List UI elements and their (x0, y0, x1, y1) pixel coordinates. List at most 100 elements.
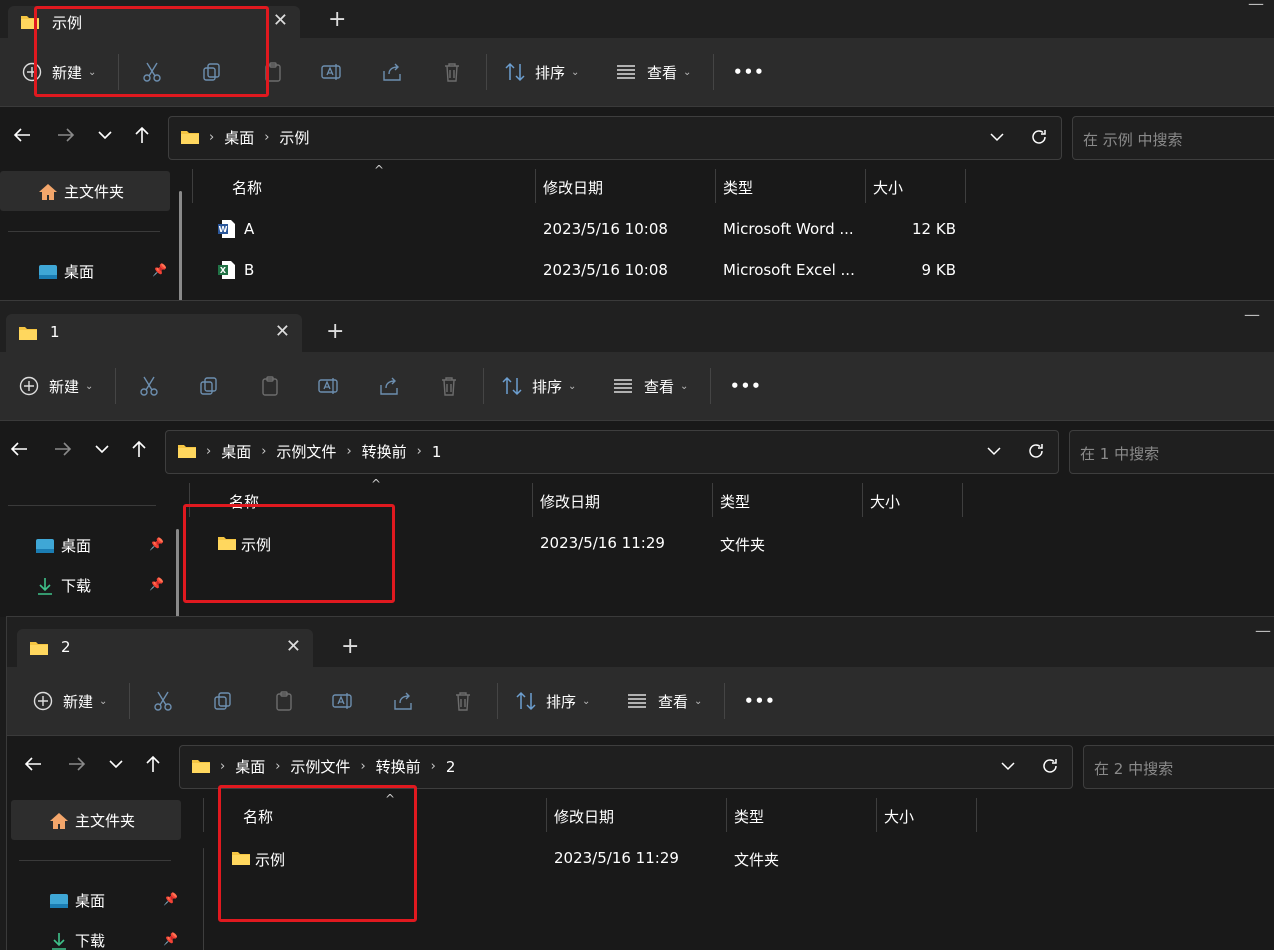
copy-button[interactable] (212, 667, 234, 735)
refresh-icon[interactable] (1029, 127, 1049, 151)
back-icon[interactable] (12, 125, 32, 149)
breadcrumb-folder-2[interactable]: 2 (446, 758, 456, 776)
address-dropdown-icon[interactable] (1000, 758, 1016, 778)
close-tab-icon[interactable]: ✕ (286, 636, 301, 657)
breadcrumb-sample-files[interactable]: 示例文件 (290, 756, 350, 777)
forward-icon[interactable] (67, 754, 87, 778)
sidebar-item-downloads[interactable]: 下载 (49, 930, 105, 950)
search-box[interactable]: 在 2 中搜索 (1083, 745, 1274, 789)
delete-button[interactable] (438, 352, 460, 420)
more-options-button[interactable]: ••• (744, 667, 776, 735)
column-size[interactable]: 大小 (870, 491, 900, 512)
recent-locations-icon[interactable] (94, 439, 110, 463)
paste-button[interactable] (273, 667, 295, 735)
share-button[interactable] (378, 352, 400, 420)
view-button[interactable]: 查看⌄ (613, 352, 688, 420)
address-bar[interactable]: › 桌面 › 示例文件 › 转换前 › 2 (179, 745, 1073, 789)
breadcrumb-sample-files[interactable]: 示例文件 (276, 441, 336, 462)
rename-button[interactable] (331, 667, 353, 735)
address-bar[interactable]: › 桌面 › 示例 (168, 116, 1062, 160)
sidebar-item-desktop[interactable]: 桌面 (35, 535, 91, 556)
forward-icon[interactable] (53, 439, 73, 463)
recent-locations-icon[interactable] (108, 754, 124, 778)
column-size[interactable]: 大小 (884, 806, 914, 827)
column-size[interactable]: 大小 (873, 177, 903, 198)
sort-button[interactable]: 排序⌄ (515, 667, 590, 735)
breadcrumb-folder-1[interactable]: 1 (432, 443, 442, 461)
new-tab-button[interactable]: + (326, 319, 344, 344)
file-row[interactable]: 示例 2023/5/16 11:29 文件夹 (189, 524, 989, 564)
sidebar-item-home[interactable]: 主文件夹 (38, 181, 124, 202)
view-button[interactable]: 查看⌄ (627, 667, 702, 735)
tab-active[interactable]: 2 ✕ (17, 629, 313, 667)
breadcrumb-before-conversion[interactable]: 转换前 (362, 441, 407, 462)
refresh-icon[interactable] (1026, 441, 1046, 465)
search-box[interactable]: 在 1 中搜索 (1069, 430, 1274, 474)
tab-active[interactable]: 示例 ✕ (8, 6, 300, 38)
breadcrumb-desktop[interactable]: 桌面 (221, 441, 251, 462)
delete-button[interactable] (452, 667, 474, 735)
pin-icon[interactable]: 📌 (163, 892, 178, 906)
pin-icon[interactable]: 📌 (152, 263, 167, 277)
paste-button[interactable] (262, 38, 284, 106)
minimize-button[interactable]: — (1244, 305, 1260, 324)
back-icon[interactable] (9, 439, 29, 463)
new-button[interactable]: 新建⌄ (22, 38, 96, 106)
pin-icon[interactable]: 📌 (149, 537, 164, 551)
rename-button[interactable] (317, 352, 339, 420)
recent-locations-icon[interactable] (97, 125, 113, 149)
share-button[interactable] (392, 667, 414, 735)
sidebar-scrollbar[interactable] (176, 529, 179, 617)
cut-button[interactable] (141, 38, 163, 106)
new-button[interactable]: 新建⌄ (19, 352, 93, 420)
sidebar-item-desktop[interactable]: 桌面 (49, 890, 105, 911)
share-button[interactable] (381, 38, 403, 106)
file-row[interactable]: 示例 2023/5/16 11:29 文件夹 (203, 839, 1003, 879)
sidebar-item-home[interactable]: 主文件夹 (49, 810, 135, 831)
close-tab-icon[interactable]: ✕ (275, 321, 290, 342)
more-options-button[interactable]: ••• (730, 352, 762, 420)
delete-button[interactable] (441, 38, 463, 106)
new-tab-button[interactable]: + (341, 634, 359, 659)
file-row[interactable]: X B 2023/5/16 10:08 Microsoft Excel ... … (192, 251, 992, 291)
breadcrumb-desktop[interactable]: 桌面 (224, 127, 254, 148)
refresh-icon[interactable] (1040, 756, 1060, 780)
view-button[interactable]: 查看⌄ (616, 38, 691, 106)
address-dropdown-icon[interactable] (989, 129, 1005, 149)
forward-icon[interactable] (56, 125, 76, 149)
new-tab-button[interactable]: + (328, 7, 346, 32)
column-modified[interactable]: 修改日期 (540, 491, 600, 512)
up-icon[interactable] (143, 754, 163, 778)
breadcrumb-desktop[interactable]: 桌面 (235, 756, 265, 777)
up-icon[interactable] (132, 125, 152, 149)
breadcrumb-before-conversion[interactable]: 转换前 (376, 756, 421, 777)
copy-button[interactable] (198, 352, 220, 420)
column-name[interactable]: 名称 (243, 806, 273, 827)
column-type[interactable]: 类型 (720, 491, 750, 512)
address-bar[interactable]: › 桌面 › 示例文件 › 转换前 › 1 (165, 430, 1059, 474)
pin-icon[interactable]: 📌 (163, 932, 178, 946)
column-modified[interactable]: 修改日期 (554, 806, 614, 827)
sort-button[interactable]: 排序⌄ (504, 38, 579, 106)
file-row[interactable]: W A 2023/5/16 10:08 Microsoft Word ... 1… (192, 210, 992, 250)
sort-button[interactable]: 排序⌄ (501, 352, 576, 420)
tab-active[interactable]: 1 ✕ (6, 314, 302, 352)
sidebar-item-desktop[interactable]: 桌面 (38, 261, 94, 282)
column-name[interactable]: 名称 (232, 177, 262, 198)
column-type[interactable]: 类型 (723, 177, 753, 198)
column-name[interactable]: 名称 (229, 491, 259, 512)
column-modified[interactable]: 修改日期 (543, 177, 603, 198)
sidebar-item-downloads[interactable]: 下载 (35, 575, 91, 596)
rename-button[interactable] (320, 38, 342, 106)
column-type[interactable]: 类型 (734, 806, 764, 827)
close-tab-icon[interactable]: ✕ (273, 10, 288, 31)
new-button[interactable]: 新建⌄ (33, 667, 107, 735)
breadcrumb-example[interactable]: 示例 (279, 127, 309, 148)
back-icon[interactable] (23, 754, 43, 778)
minimize-button[interactable]: — (1255, 621, 1271, 640)
pin-icon[interactable]: 📌 (149, 577, 164, 591)
copy-button[interactable] (201, 38, 223, 106)
paste-button[interactable] (259, 352, 281, 420)
cut-button[interactable] (152, 667, 174, 735)
minimize-button[interactable]: — (1248, 0, 1264, 13)
